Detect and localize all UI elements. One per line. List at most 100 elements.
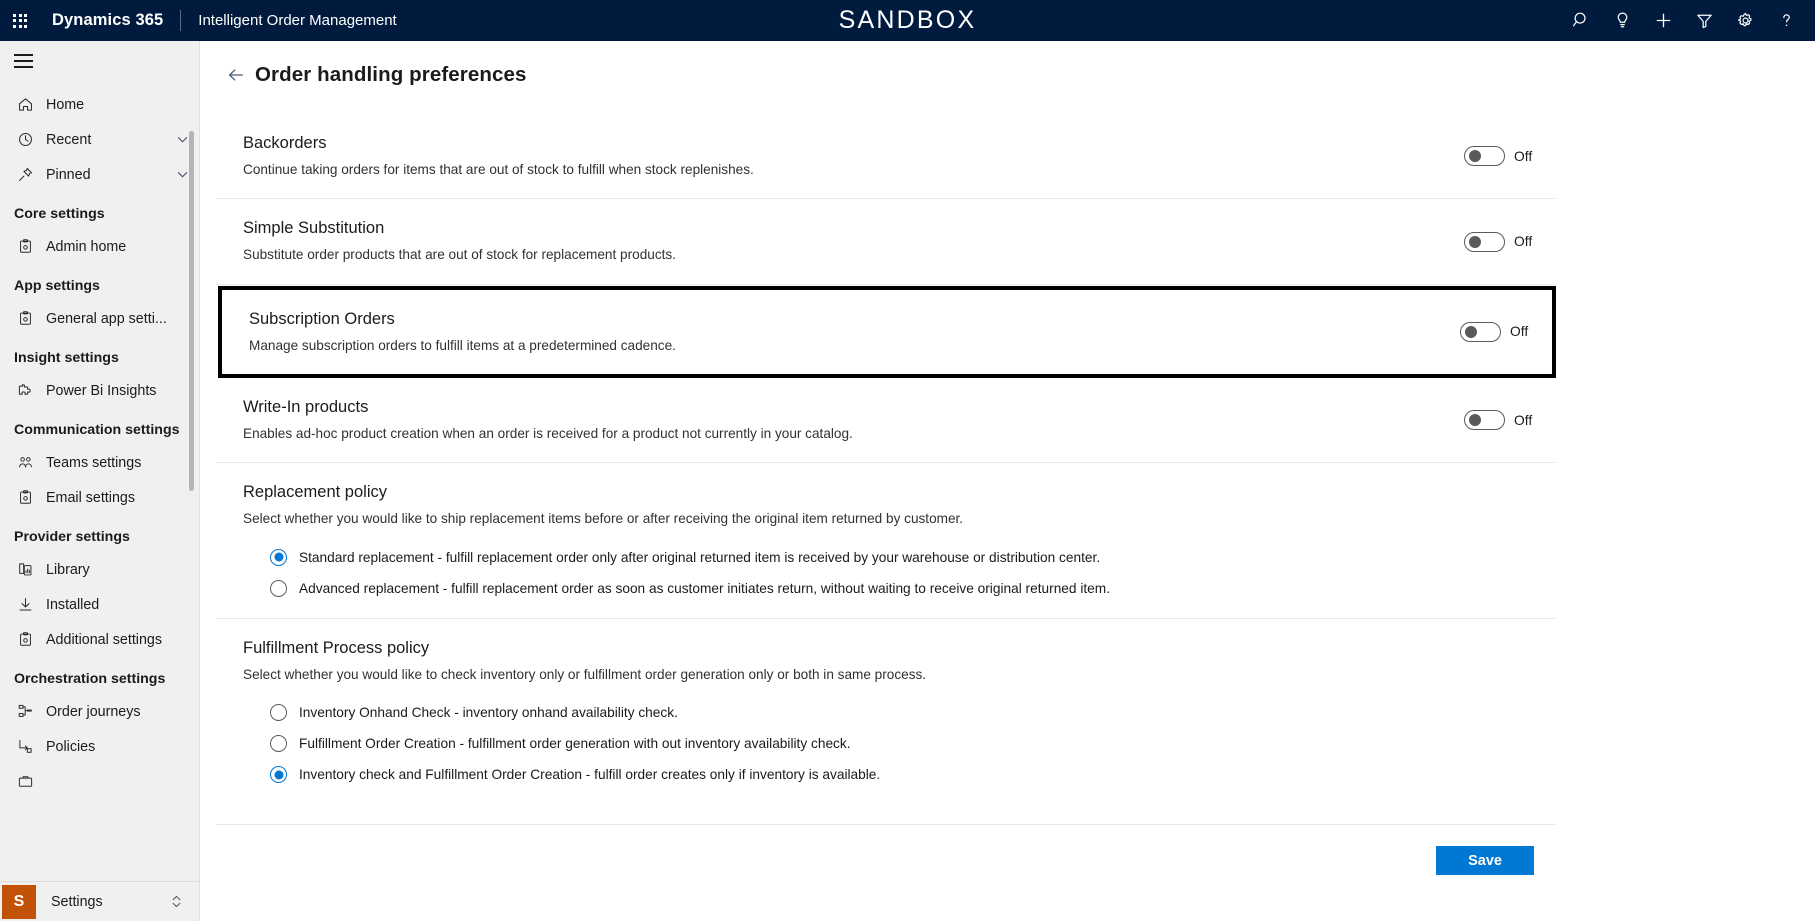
toggle-state-label: Off	[1514, 148, 1533, 164]
setting-row-subscription-orders: Subscription Orders Manage subscription …	[218, 285, 1556, 379]
radio-label: Advanced replacement - fulfill replaceme…	[299, 580, 1110, 596]
toggle-knob	[1469, 150, 1481, 163]
download-icon	[14, 594, 36, 616]
sidebar-item-teams-settings[interactable]: Teams settings	[0, 445, 199, 480]
toggle-state-label: Off	[1514, 412, 1533, 428]
sidebar-item-admin-home[interactable]: Admin home	[0, 229, 199, 264]
main-content-area: Order handling preferences Backorders Co…	[201, 41, 1815, 921]
sidebar-item-label: Order journeys	[46, 703, 141, 720]
setting-row-simple-substitution: Simple Substitution Substitute order pro…	[216, 199, 1556, 285]
app-launcher-button[interactable]	[0, 0, 40, 41]
plus-icon[interactable]	[1643, 0, 1684, 41]
sidebar-item-label: Installed	[46, 596, 100, 613]
radio-label: Fulfillment Order Creation - fulfillment…	[299, 736, 851, 752]
toggle-knob	[1465, 325, 1477, 338]
radio-button[interactable]	[270, 548, 287, 566]
hamburger-icon	[14, 54, 33, 68]
sidebar-scrollbar-thumb[interactable]	[189, 131, 194, 491]
setting-title: Subscription Orders	[249, 309, 395, 328]
sidebar-group-app-settings: App settings	[14, 278, 100, 294]
app-name-label[interactable]: Intelligent Order Management	[198, 12, 396, 29]
sidebar-group-provider-settings: Provider settings	[14, 529, 130, 545]
sidebar-item-pinned[interactable]: Pinned	[0, 157, 199, 192]
sidebar-group-core-settings: Core settings	[14, 206, 105, 222]
puzzle-icon	[14, 380, 36, 402]
toggle-group-subscription-orders: Off	[1460, 321, 1530, 342]
sidebar-item-policies[interactable]: Policies	[0, 729, 199, 764]
left-sidebar: Home Recent Pinned Core settings Admin h…	[0, 41, 200, 921]
library-icon	[14, 559, 36, 581]
hierarchy-icon	[14, 701, 36, 723]
sidebar-item-email-settings[interactable]: Email settings	[0, 480, 199, 515]
back-button[interactable]	[223, 62, 249, 88]
clipboard-gear-icon	[14, 487, 36, 509]
toggle-group-simple-substitution: Off	[1464, 231, 1534, 252]
toggle-knob	[1469, 235, 1481, 248]
sidebar-item-partially-hidden[interactable]	[0, 764, 199, 799]
sidebar-item-label: Library	[46, 561, 90, 578]
sidebar-item-recent[interactable]: Recent	[0, 122, 199, 157]
chevron-down-icon[interactable]	[175, 167, 190, 182]
save-button[interactable]: Save	[1436, 846, 1534, 876]
page-header: Order handling preferences	[201, 41, 1815, 88]
search-icon[interactable]	[1561, 0, 1602, 41]
sidebar-item-label: General app setti...	[46, 310, 167, 327]
chevron-down-icon[interactable]	[175, 132, 190, 147]
sidebar-area-switcher[interactable]: S Settings	[0, 881, 199, 921]
radio-button[interactable]	[270, 704, 287, 722]
radio-option-standard-replacement[interactable]: Standard replacement - fulfill replaceme…	[270, 548, 1556, 566]
sidebar-item-order-journeys[interactable]: Order journeys	[0, 694, 199, 729]
sidebar-item-general-app-settings[interactable]: General app setti...	[0, 301, 199, 336]
setting-title: Backorders	[243, 134, 327, 152]
up-down-chevron-icon[interactable]	[169, 893, 184, 910]
sidebar-group-communication-settings: Communication settings	[14, 422, 180, 438]
header-divider	[180, 10, 182, 31]
clipboard-gear-icon	[14, 236, 36, 258]
settings-list: Backorders Continue taking orders for it…	[216, 114, 1556, 804]
top-header-bar: Dynamics 365 Intelligent Order Managemen…	[0, 0, 1815, 41]
toggle-state-label: Off	[1514, 234, 1533, 250]
clipboard-gear-icon	[14, 308, 36, 330]
section-title: Fulfillment Process policy	[243, 638, 430, 657]
clock-icon	[14, 129, 36, 151]
toggle-knob	[1469, 414, 1481, 427]
sidebar-nav-scroll: Home Recent Pinned Core settings Admin h…	[0, 87, 199, 909]
sidebar-item-power-bi-insights[interactable]: Power Bi Insights	[0, 373, 199, 408]
radio-option-inventory-check-and-fulfillment[interactable]: Inventory check and Fulfillment Order Cr…	[270, 766, 1556, 784]
radio-button[interactable]	[270, 766, 287, 784]
sidebar-item-label: Power Bi Insights	[46, 382, 157, 399]
radio-group-fulfillment-policy: Inventory Onhand Check - inventory onhan…	[270, 704, 1556, 784]
section-description: Select whether you would like to check i…	[243, 666, 927, 682]
page-title: Order handling preferences	[255, 63, 527, 86]
gear-icon[interactable]	[1725, 0, 1766, 41]
toggle-group-backorders: Off	[1464, 146, 1534, 167]
toggle-write-in-products[interactable]	[1464, 410, 1505, 431]
sidebar-group-insight-settings: Insight settings	[14, 350, 119, 366]
sidebar-item-installed[interactable]: Installed	[0, 587, 199, 622]
filter-icon[interactable]	[1684, 0, 1725, 41]
radio-button[interactable]	[270, 735, 287, 753]
sidebar-item-additional-settings[interactable]: Additional settings	[0, 622, 199, 657]
hamburger-menu-button[interactable]	[0, 41, 199, 81]
setting-title: Write-In products	[243, 398, 369, 417]
radio-option-advanced-replacement[interactable]: Advanced replacement - fulfill replaceme…	[270, 579, 1556, 597]
setting-title: Simple Substitution	[243, 219, 385, 238]
radio-label: Inventory Onhand Check - inventory onhan…	[299, 705, 678, 721]
help-icon[interactable]	[1766, 0, 1807, 41]
lightbulb-icon[interactable]	[1602, 0, 1643, 41]
radio-button[interactable]	[270, 579, 287, 597]
radio-label: Inventory check and Fulfillment Order Cr…	[299, 767, 881, 783]
sidebar-item-label: Admin home	[46, 238, 127, 255]
brand-dynamics365[interactable]: Dynamics 365	[52, 11, 163, 30]
sidebar-item-label: Email settings	[46, 489, 135, 506]
radio-option-fulfillment-order-creation[interactable]: Fulfillment Order Creation - fulfillment…	[270, 735, 1556, 753]
setting-description: Continue taking orders for items that ar…	[243, 162, 754, 177]
sidebar-item-home[interactable]: Home	[0, 87, 199, 122]
toggle-simple-substitution[interactable]	[1464, 231, 1505, 252]
toggle-backorders[interactable]	[1464, 146, 1505, 167]
toggle-subscription-orders[interactable]	[1460, 321, 1501, 342]
setting-row-backorders: Backorders Continue taking orders for it…	[216, 114, 1556, 200]
radio-option-inventory-onhand-check[interactable]: Inventory Onhand Check - inventory onhan…	[270, 704, 1556, 722]
sidebar-item-label: Recent	[46, 131, 92, 148]
sidebar-item-library[interactable]: Library	[0, 552, 199, 587]
